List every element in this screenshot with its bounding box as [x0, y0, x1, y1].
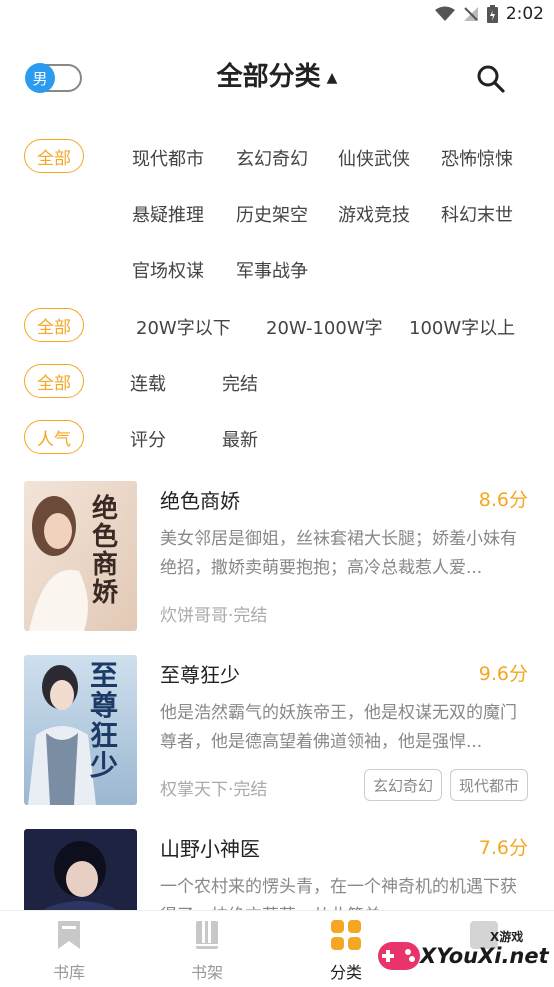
- wifi-icon: [434, 6, 455, 21]
- caret-up-icon: ▲: [326, 69, 338, 86]
- book-tag: 玄幻奇幻: [364, 769, 443, 801]
- book-cover[interactable]: [24, 829, 137, 910]
- wordcount-all-pill[interactable]: 全部: [24, 308, 84, 342]
- book-title: 山野小神医: [160, 837, 260, 861]
- category-filter: 全部 现代都市 玄幻奇幻 仙侠武侠 恐怖惊悚 悬疑推理 历史架空 游戏竞技 科幻…: [0, 139, 554, 289]
- book-description: 他是浩然霸气的妖族帝王，他是权谋无双的魔门尊者，他是德高望着佛道领袖，他是强悍.…: [160, 703, 517, 752]
- cover-title: 绝色商娇: [92, 494, 119, 608]
- gamepad-icon: [378, 942, 420, 970]
- category-option[interactable]: 玄幻奇幻: [236, 145, 308, 171]
- status-time: 2:02: [505, 4, 544, 24]
- book-item[interactable]: 至尊狂少 至尊狂少 9.6分 他是浩然霸气的妖族帝王，他是权谋无双的魔门尊者，他…: [0, 655, 554, 820]
- tab-label: 书库: [52, 963, 85, 982]
- wordcount-option[interactable]: 20W-100W字: [266, 314, 383, 340]
- book-cover[interactable]: 绝色商娇: [24, 481, 137, 631]
- watermark-logo: X游戏 XYouXi.net: [376, 928, 549, 980]
- category-option[interactable]: 军事战争: [236, 257, 308, 283]
- tab-category[interactable]: 分类: [306, 919, 386, 983]
- cover-title: 至尊狂少: [90, 659, 119, 782]
- status-bar: 2:02: [0, 0, 554, 30]
- wordcount-option[interactable]: 20W字以下: [136, 314, 231, 340]
- tab-bookshelf[interactable]: 书架: [167, 919, 247, 983]
- wordcount-filter: 全部 20W字以下 20W-100W字 100W字以上: [0, 308, 554, 342]
- category-option[interactable]: 游戏竞技: [338, 201, 410, 227]
- status-filter: 全部 连载 完结: [0, 364, 554, 398]
- grid-icon: [331, 920, 361, 950]
- no-signal-icon: [463, 7, 478, 21]
- watermark-small-text: X游戏: [490, 930, 524, 944]
- sort-option[interactable]: 最新: [222, 426, 258, 452]
- sort-option[interactable]: 评分: [130, 426, 166, 452]
- book-cover[interactable]: 至尊狂少: [24, 655, 137, 805]
- status-all-pill[interactable]: 全部: [24, 364, 84, 398]
- category-option[interactable]: 科幻末世: [441, 201, 513, 227]
- page-title-text: 全部分类: [216, 62, 321, 92]
- book-score: 9.6分: [478, 663, 528, 685]
- status-option[interactable]: 连载: [130, 370, 166, 396]
- book-title: 绝色商娇: [160, 489, 240, 513]
- book-description: 美女邻居是御姐，丝袜套裙大长腿；娇羞小妹有绝招，撒娇卖萌要抱抱；高冷总裁惹人爱.…: [160, 529, 517, 578]
- book-description: 一个农村来的愣头青，在一个神奇机的机遇下获得了一枝绝方草药，从此简单...: [160, 877, 517, 910]
- bookmark-icon: [58, 921, 80, 949]
- category-option[interactable]: 恐怖惊悚: [441, 145, 513, 171]
- watermark-text: XYouXi.net: [420, 944, 549, 968]
- book-meta: 炊饼哥哥·完结: [160, 606, 268, 626]
- category-option[interactable]: 历史架空: [236, 201, 308, 227]
- book-tag: 现代都市: [450, 769, 529, 801]
- book-item[interactable]: 山野小神医 7.6分 一个农村来的愣头青，在一个神奇机的机遇下获得了一枝绝方草药…: [0, 829, 554, 910]
- search-icon[interactable]: [476, 64, 506, 94]
- book-item[interactable]: 绝色商娇 绝色商娇 8.6分 美女邻居是御姐，丝袜套裙大长腿；娇羞小妹有绝招，撒…: [0, 481, 554, 646]
- tab-library[interactable]: 书库: [29, 919, 109, 983]
- category-option[interactable]: 官场权谋: [132, 257, 204, 283]
- bookshelf-icon: [196, 921, 218, 949]
- category-option[interactable]: 悬疑推理: [132, 201, 204, 227]
- category-option[interactable]: 仙侠武侠: [338, 145, 410, 171]
- book-meta: 权掌天下·完结: [160, 780, 268, 800]
- sort-filter: 人气 评分 最新: [0, 420, 554, 454]
- page-title[interactable]: 全部分类 ▲: [0, 56, 554, 93]
- wordcount-option[interactable]: 100W字以上: [409, 314, 515, 340]
- battery-icon: [486, 5, 498, 23]
- tab-label: 分类: [329, 963, 362, 982]
- header: 男 全部分类 ▲: [0, 40, 554, 116]
- status-option[interactable]: 完结: [222, 370, 258, 396]
- book-title: 至尊狂少: [160, 663, 240, 687]
- category-option[interactable]: 现代都市: [132, 145, 204, 171]
- tab-label: 书架: [190, 963, 223, 982]
- category-all-pill[interactable]: 全部: [24, 139, 84, 173]
- book-score: 8.6分: [478, 489, 528, 511]
- book-score: 7.6分: [478, 837, 528, 859]
- sort-popular-pill[interactable]: 人气: [24, 420, 84, 454]
